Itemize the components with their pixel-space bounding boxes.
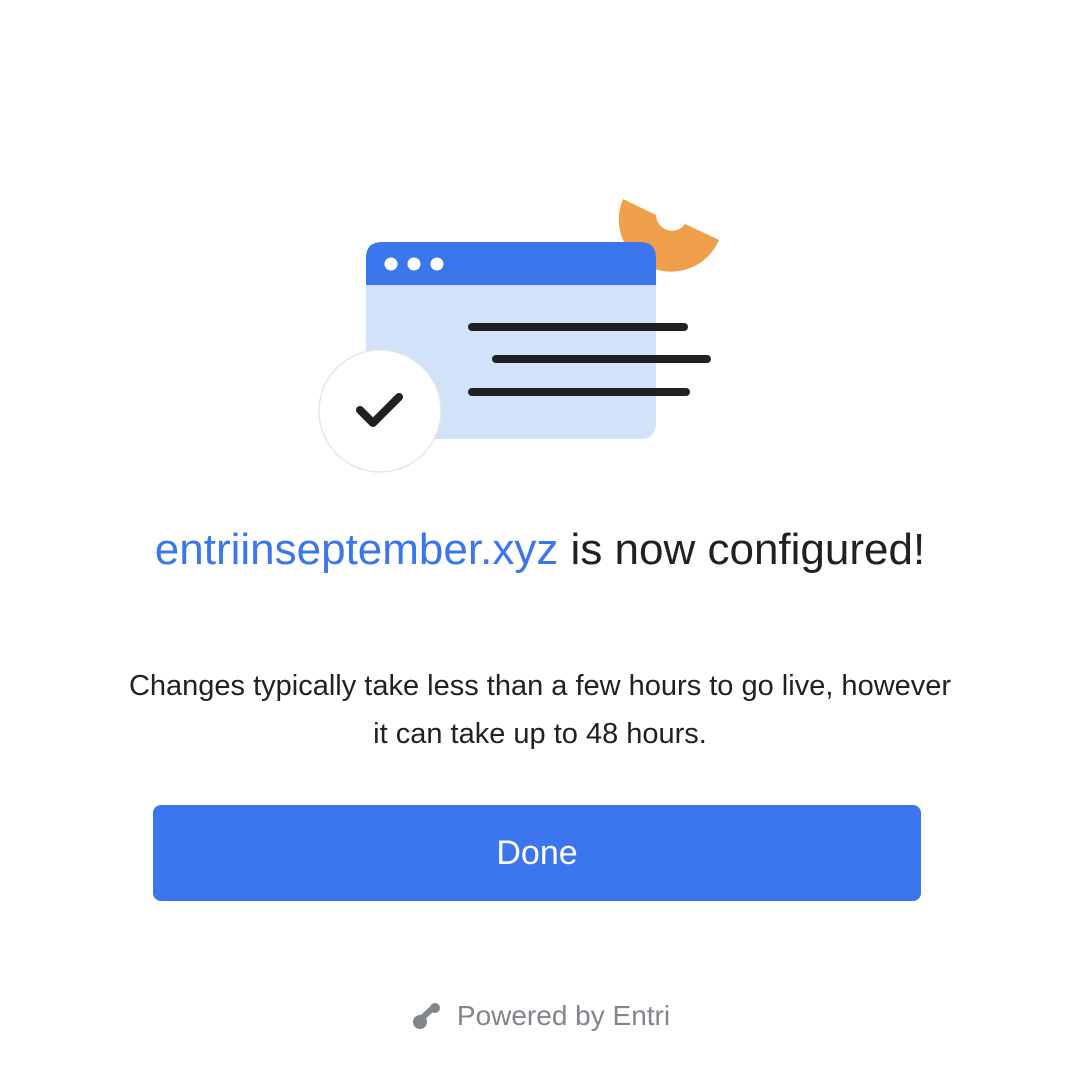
done-button[interactable]: Done	[153, 805, 921, 901]
powered-by-label: Powered by Entri	[456, 1000, 671, 1031]
headline-suffix: is now configured!	[558, 525, 926, 574]
propagation-notice: Changes typically take less than a few h…	[128, 670, 952, 750]
success-headline: entriinseptember.xyz is now configured!	[90, 520, 990, 580]
powered-by-footer[interactable]: Powered by Entri	[0, 1000, 1081, 1032]
entri-logo-icon	[411, 1000, 443, 1032]
checkmark-icon	[318, 349, 442, 473]
success-illustration	[0, 0, 1081, 500]
configured-domain: entriinseptember.xyz	[154, 525, 559, 574]
